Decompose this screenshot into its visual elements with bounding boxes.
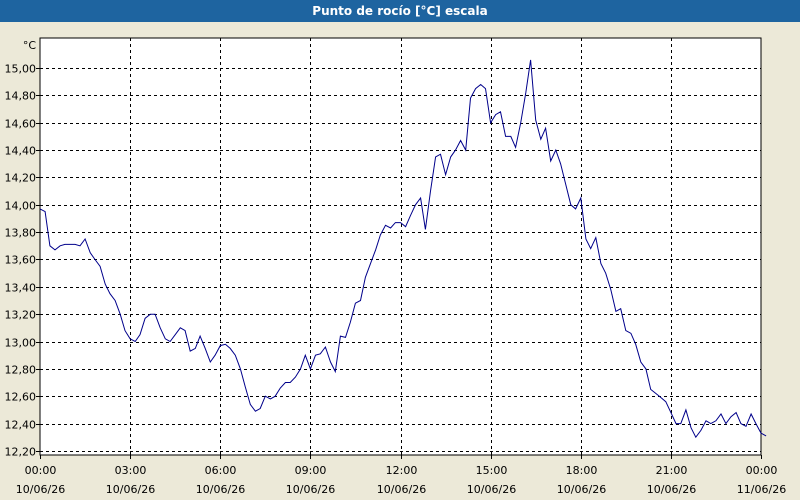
x-tick-date-label: 10/06/26 xyxy=(467,483,516,496)
y-axis: 15,00 14,80 14,60 14,40 14,20 14,00 13,80 13,60… xyxy=(5,63,40,459)
y-tick-label: 12,60 xyxy=(5,391,37,404)
y-tick-label: 15,00 xyxy=(5,63,37,76)
y-tick-label: 14,60 xyxy=(5,118,37,131)
x-axis: 00:00 10/06/26 03:00 10/06/26 06:00 10/06/26 0… xyxy=(16,455,786,496)
y-tick-label: 14,40 xyxy=(5,145,37,158)
y-tick-label: 13,00 xyxy=(5,337,37,350)
y-tick-label: 14,20 xyxy=(5,172,37,185)
y-tick-label: 14,80 xyxy=(5,90,37,103)
chart-panel: 15,00 14,80 14,60 14,40 14,20 14,00 13,80 13,60… xyxy=(0,22,800,500)
x-tick-date-label: 10/06/26 xyxy=(286,483,335,496)
y-axis-unit-label: °C xyxy=(23,39,37,52)
x-tick-time-label: 00:00 xyxy=(746,464,778,477)
y-tick-label: 12,40 xyxy=(5,419,37,432)
y-tick-label: 12,20 xyxy=(5,446,37,459)
y-tick-label: 12,80 xyxy=(5,364,37,377)
plot-area xyxy=(39,37,762,456)
y-tick-label: 13,40 xyxy=(5,282,37,295)
x-tick-time-label: 18:00 xyxy=(566,464,598,477)
chart-title: Punto de rocío [°C] escala xyxy=(312,4,488,18)
x-tick-date-label: 10/06/26 xyxy=(196,483,245,496)
x-tick-time-label: 00:00 xyxy=(25,464,57,477)
x-tick-time-label: 06:00 xyxy=(205,464,237,477)
x-tick-date-label: 10/06/26 xyxy=(377,483,426,496)
y-tick-label: 13,80 xyxy=(5,227,37,240)
x-tick-time-label: 21:00 xyxy=(656,464,688,477)
x-tick-date-label: 11/06/26 xyxy=(737,483,786,496)
x-tick-time-label: 12:00 xyxy=(386,464,418,477)
x-tick-date-label: 10/06/26 xyxy=(557,483,606,496)
y-tick-label: 13,60 xyxy=(5,254,37,267)
window-title-bar: Punto de rocío [°C] escala xyxy=(0,0,800,22)
x-tick-date-label: 10/06/26 xyxy=(16,483,65,496)
x-tick-time-label: 09:00 xyxy=(295,464,327,477)
x-tick-time-label: 15:00 xyxy=(476,464,508,477)
y-tick-label: 13,20 xyxy=(5,309,37,322)
x-tick-date-label: 10/06/26 xyxy=(106,483,155,496)
y-tick-label: 14,00 xyxy=(5,200,37,213)
x-tick-date-label: 10/06/26 xyxy=(647,483,696,496)
x-tick-time-label: 03:00 xyxy=(115,464,147,477)
line-chart: 15,00 14,80 14,60 14,40 14,20 14,00 13,80 13,60… xyxy=(5,37,786,496)
